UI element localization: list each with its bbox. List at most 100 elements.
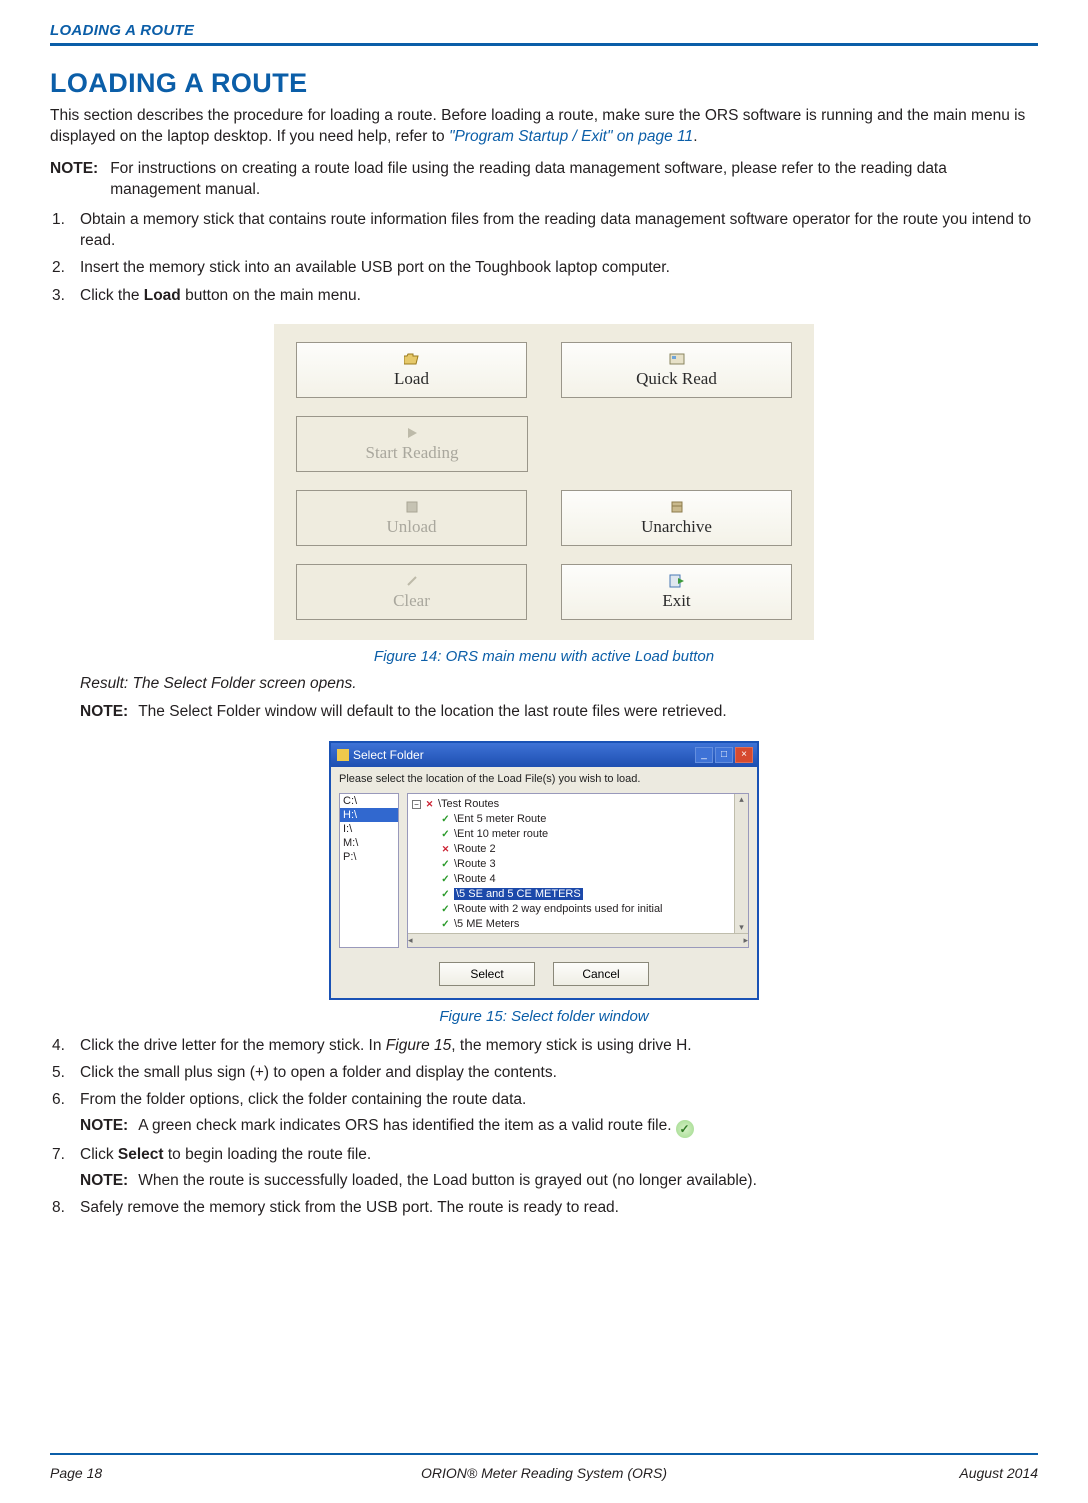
step-6-text: From the folder options, click the folde… <box>80 1091 526 1108</box>
step-7-b: to begin loading the route file. <box>164 1146 372 1163</box>
figure-14-caption: Figure 14: ORS main menu with active Loa… <box>50 648 1038 665</box>
broom-icon <box>405 573 419 589</box>
procedure-list: 1.Obtain a memory stick that contains ro… <box>50 209 1038 307</box>
tree-node[interactable]: \Ent 5 meter Route <box>454 813 546 825</box>
figure-14: Load Quick Read Start Reading <box>50 324 1038 665</box>
drive-item[interactable]: I:\ <box>340 822 398 836</box>
step-8-text: Safely remove the memory stick from the … <box>80 1199 619 1216</box>
clear-button: Clear <box>296 564 527 620</box>
exit-icon <box>669 573 685 589</box>
invalid-icon <box>440 844 451 855</box>
checkmark-icon <box>676 1120 694 1138</box>
tree-node[interactable]: \5 SE and 5 CE METERS <box>454 888 583 900</box>
tree-node[interactable]: \Ent 10 meter route <box>454 828 548 840</box>
quick-read-label: Quick Read <box>636 369 717 389</box>
scrollbar-vertical[interactable]: ▴▾ <box>734 794 748 933</box>
exit-label: Exit <box>662 591 690 611</box>
running-header: LOADING A ROUTE <box>50 22 1038 39</box>
dialog-titlebar[interactable]: Select Folder _ □ × <box>331 743 757 767</box>
drive-item[interactable]: M:\ <box>340 836 398 850</box>
result-note: NOTE: The Select Folder window will defa… <box>80 701 1038 723</box>
step-5: 5.Click the small plus sign (+) to open … <box>80 1062 1038 1083</box>
cabinet-icon <box>670 499 684 515</box>
unload-label: Unload <box>386 517 436 537</box>
play-icon <box>406 425 418 441</box>
footer-rule <box>50 1453 1038 1455</box>
figure-15: Select Folder _ □ × Please select the lo… <box>50 741 1038 1025</box>
tree-node[interactable]: \Route with 2 way endpoints used for ini… <box>454 903 663 915</box>
step-3-a: Click the <box>80 287 144 304</box>
note-label: NOTE: <box>80 1170 128 1192</box>
result-note-text: The Select Folder window will default to… <box>138 701 726 723</box>
drive-item[interactable]: P:\ <box>340 850 398 864</box>
drive-list[interactable]: C:\ H:\ I:\ M:\ P:\ <box>339 793 399 948</box>
folder-tree[interactable]: − \Test Routes \Ent 5 meter Route \Ent 10… <box>407 793 749 948</box>
note-label: NOTE: <box>50 158 98 201</box>
folder-open-icon <box>404 351 420 367</box>
step-7-note-text: When the route is successfully loaded, t… <box>138 1170 757 1192</box>
tree-collapse-icon[interactable]: − <box>412 800 421 809</box>
intro-crossref-link[interactable]: "Program Startup / Exit" on page 11 <box>449 128 693 145</box>
select-button[interactable]: Select <box>439 962 535 986</box>
step-1: 1.Obtain a memory stick that contains ro… <box>80 209 1038 252</box>
valid-icon <box>440 829 451 840</box>
step-3: 3. Click the Load button on the main men… <box>80 285 1038 306</box>
invalid-icon <box>424 799 435 810</box>
step-3-bold: Load <box>144 287 181 304</box>
unarchive-label: Unarchive <box>641 517 712 537</box>
procedure-list-continued: 4. Click the drive letter for the memory… <box>50 1035 1038 1219</box>
valid-icon <box>440 919 451 930</box>
close-button[interactable]: × <box>735 747 753 763</box>
drive-item[interactable]: C:\ <box>340 794 398 808</box>
dialog-prompt: Please select the location of the Load F… <box>331 767 757 793</box>
footer-doc-title: ORION® Meter Reading System (ORS) <box>50 1465 1038 1481</box>
valid-icon <box>440 904 451 915</box>
step-2-text: Insert the memory stick into an availabl… <box>80 259 670 276</box>
exit-button[interactable]: Exit <box>561 564 792 620</box>
select-folder-dialog: Select Folder _ □ × Please select the lo… <box>329 741 759 1000</box>
step-8: 8.Safely remove the memory stick from th… <box>80 1197 1038 1218</box>
valid-icon <box>440 814 451 825</box>
ors-main-menu: Load Quick Read Start Reading <box>274 324 814 640</box>
result-line: Result: The Select Folder screen opens. <box>80 675 1038 693</box>
start-reading-button: Start Reading <box>296 416 528 472</box>
figure-15-caption: Figure 15: Select folder window <box>50 1008 1038 1025</box>
valid-icon <box>440 889 451 900</box>
note-label: NOTE: <box>80 701 128 723</box>
valid-icon <box>440 859 451 870</box>
dialog-title-text: Select Folder <box>353 748 424 762</box>
scrollbar-horizontal[interactable]: ◂▸ <box>408 933 748 947</box>
tree-node[interactable]: \Route 3 <box>454 858 496 870</box>
step-1-text: Obtain a memory stick that contains rout… <box>80 211 1031 249</box>
step-3-b: button on the main menu. <box>181 287 361 304</box>
top-note: NOTE: For instructions on creating a rou… <box>50 158 1038 201</box>
intro-text-b: . <box>693 128 697 145</box>
step-7: 7. Click Select to begin loading the rou… <box>80 1144 1038 1191</box>
step-7-bold: Select <box>118 1146 164 1163</box>
step-6-note-text: A green check mark indicates ORS has ide… <box>138 1117 671 1134</box>
cancel-button[interactable]: Cancel <box>553 962 649 986</box>
quick-read-button[interactable]: Quick Read <box>561 342 792 398</box>
maximize-button[interactable]: □ <box>715 747 733 763</box>
tree-node[interactable]: \Route 2 <box>454 843 496 855</box>
load-button[interactable]: Load <box>296 342 527 398</box>
tree-node[interactable]: \Route 4 <box>454 873 496 885</box>
unarchive-button[interactable]: Unarchive <box>561 490 792 546</box>
intro-paragraph: This section describes the procedure for… <box>50 105 1038 148</box>
floppy-icon <box>406 499 418 515</box>
step-7-a: Click <box>80 1146 118 1163</box>
load-button-label: Load <box>394 369 429 389</box>
page-footer: Page 18 ORION® Meter Reading System (ORS… <box>50 1465 1038 1481</box>
unload-button: Unload <box>296 490 527 546</box>
tree-node[interactable]: \5 ME Meters <box>454 918 519 930</box>
step-2: 2.Insert the memory stick into an availa… <box>80 257 1038 278</box>
start-reading-label: Start Reading <box>365 443 458 463</box>
step-4-a: Click the drive letter for the memory st… <box>80 1037 386 1054</box>
tree-node[interactable]: \Test Routes <box>438 798 499 810</box>
note-text: For instructions on creating a route loa… <box>110 158 1038 201</box>
clear-label: Clear <box>393 591 430 611</box>
minimize-button[interactable]: _ <box>695 747 713 763</box>
step-4-b: , the memory stick is using drive H. <box>451 1037 691 1054</box>
drive-item[interactable]: H:\ <box>340 808 398 822</box>
note-label: NOTE: <box>80 1115 128 1138</box>
